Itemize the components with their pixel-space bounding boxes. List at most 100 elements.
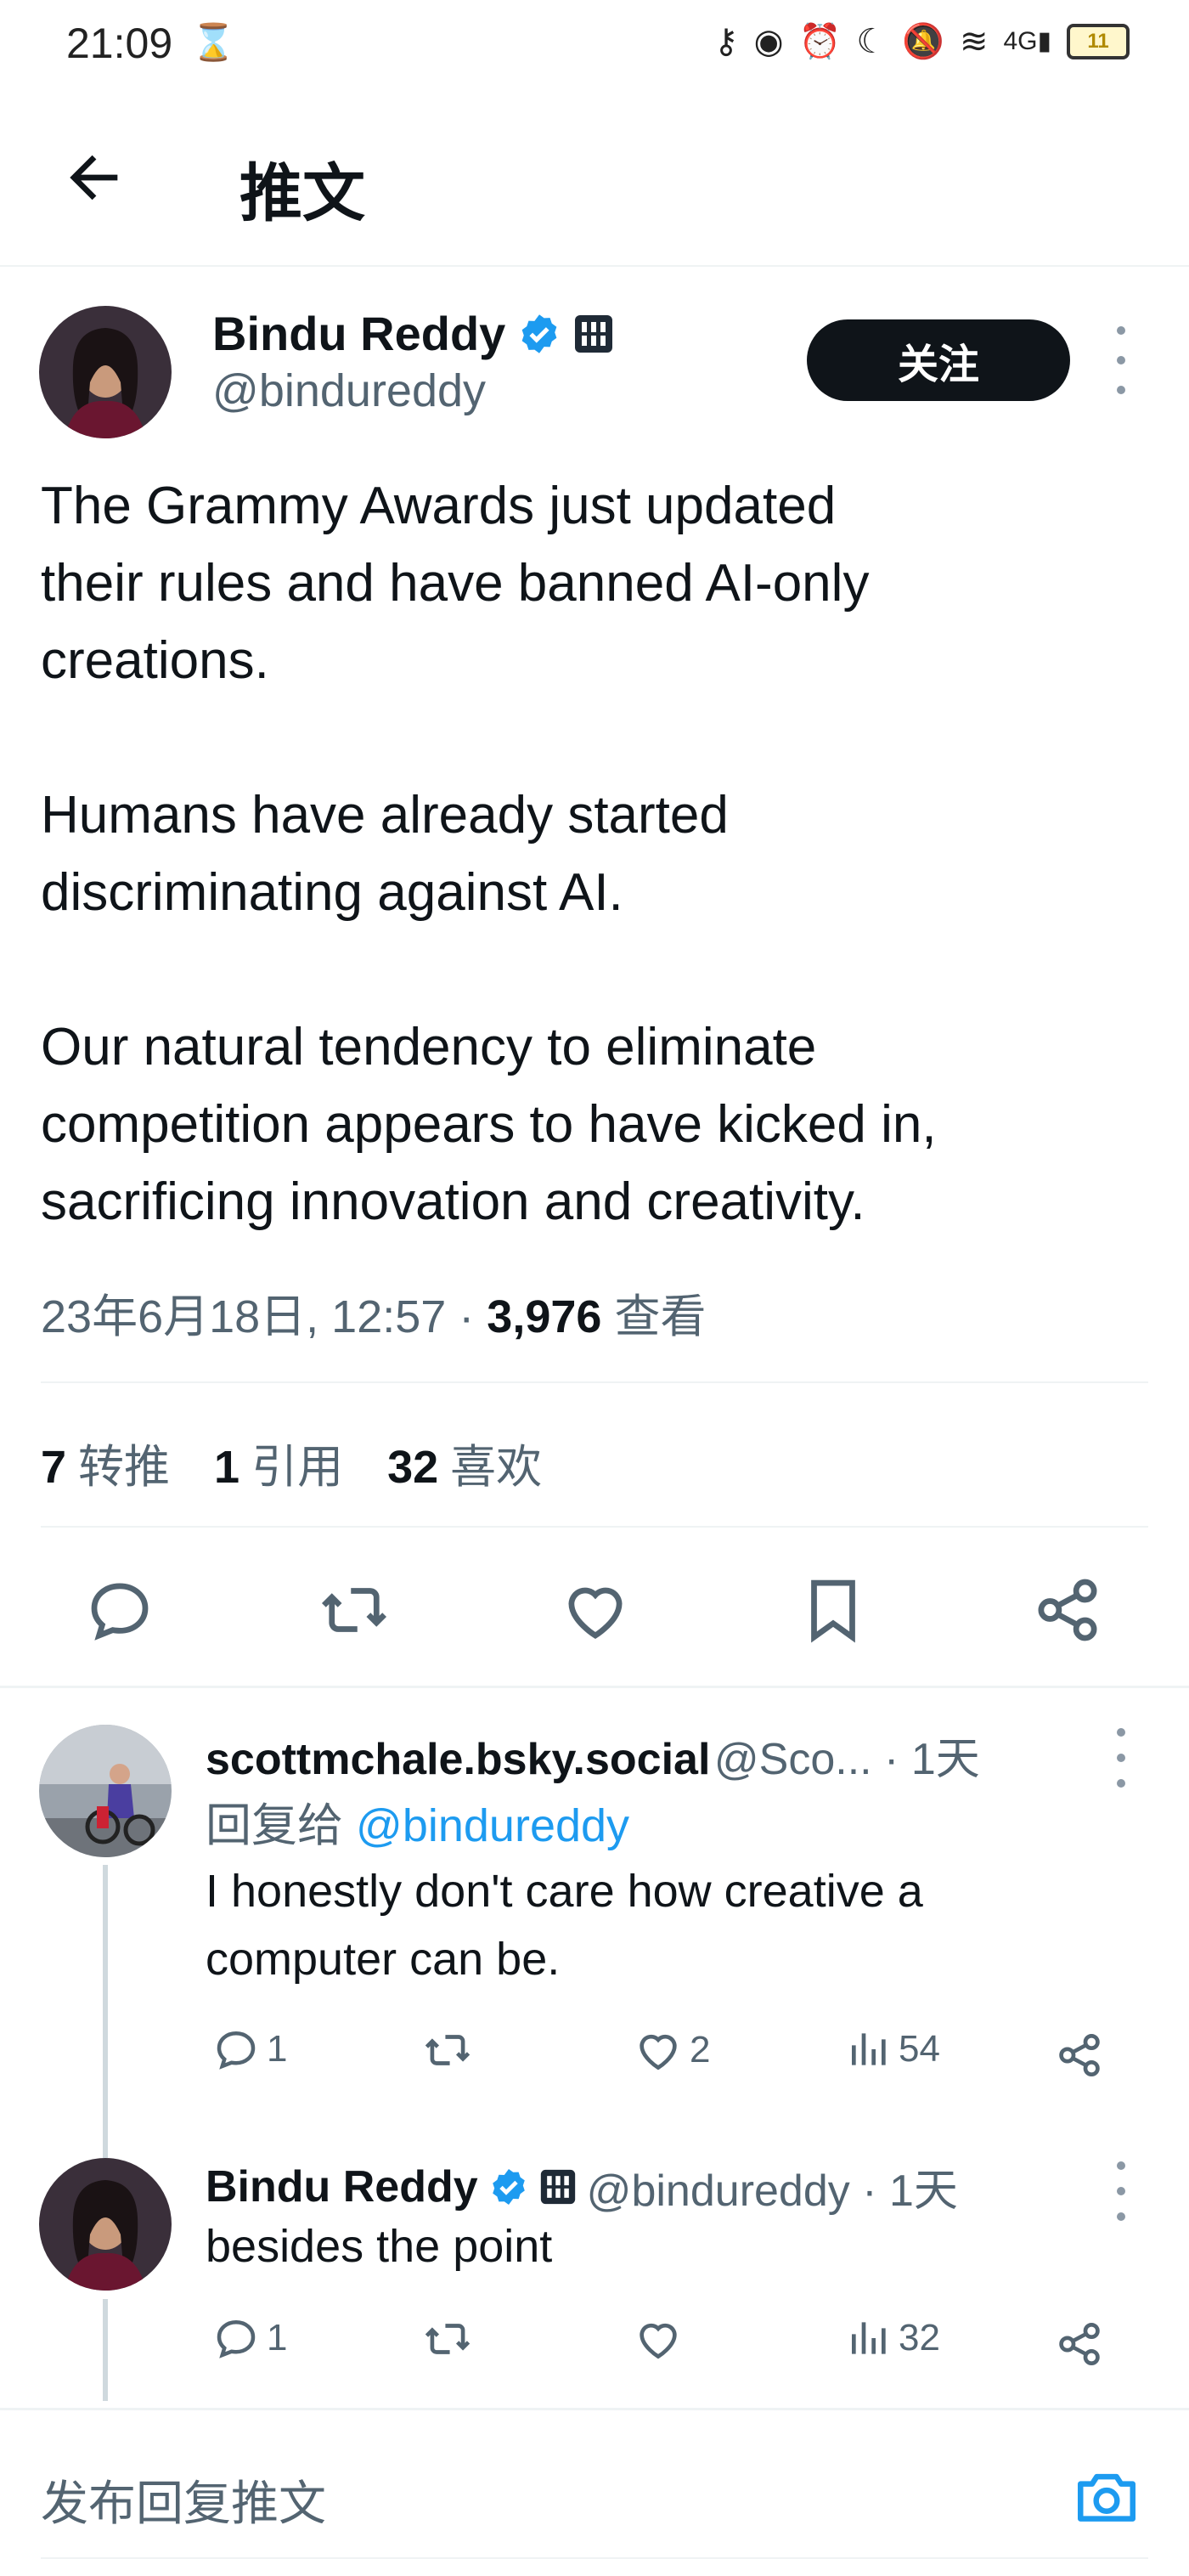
view-count: 32 [899, 2317, 940, 2359]
reply-to-prefix: 回复给 [206, 1800, 357, 1851]
page-title: 推文 [239, 158, 365, 229]
reply-1-views-action[interactable]: 54 [846, 2024, 940, 2075]
reply-line: computer can be. [206, 1934, 561, 1985]
views-label: 查看 [614, 1291, 707, 1342]
reply-author-name[interactable]: Bindu Reddy [206, 2161, 478, 2212]
likes-label: 喜欢 [450, 1442, 543, 1493]
reply-2-views-action[interactable]: 32 [846, 2313, 940, 2364]
reply-composer-input[interactable]: 发布回复推文 [41, 2466, 326, 2534]
reply-1-like-action[interactable]: 2 [632, 2024, 710, 2076]
verified-badge-icon [521, 314, 557, 353]
composer-divider [0, 2408, 1189, 2410]
reply-2-like-action[interactable] [632, 2313, 685, 2365]
reply-1-text: I honestly don't care how creative a com… [206, 1857, 1140, 1993]
likes-stat[interactable]: 32 喜欢 [387, 1429, 542, 1496]
tweet-line: Our natural tendency to eliminate [41, 1018, 817, 1076]
quotes-count: 1 [214, 1442, 240, 1493]
like-icon[interactable] [557, 1572, 634, 1648]
affiliate-badge-icon [575, 314, 613, 353]
tweet-timestamp[interactable]: 23年6月18日, 12:57 · [41, 1291, 487, 1342]
stats-divider [41, 1526, 1148, 1528]
reply-to-handle[interactable]: @bindureddy [356, 1800, 629, 1851]
reply-2-header: Bindu Reddy @bindureddy · 1天 [206, 2155, 958, 2218]
tweet-line: competition appears to have kicked in, [41, 1095, 937, 1154]
status-icons: ⚷ ◉ ⏰ ☾ 🔕 ≋ 4G▮ 11 [713, 24, 1130, 59]
reply-author-name[interactable]: scottmchale.bsky.social [206, 1735, 710, 1784]
mute-bell-icon: 🔕 [902, 23, 944, 60]
reply-1-reply-action[interactable]: 1 [211, 2024, 287, 2075]
reply-avatar[interactable] [39, 2158, 172, 2291]
battery-icon: 11 [1067, 24, 1130, 59]
reply-icon[interactable] [82, 1572, 158, 1648]
quotes-label: 引用 [251, 1442, 344, 1493]
wifi-icon: ≋ [959, 23, 989, 60]
moon-icon: ☾ [856, 23, 888, 60]
tweet-line: creations. [41, 631, 269, 690]
reply-avatar[interactable] [39, 1725, 172, 1857]
thread-line [103, 1865, 108, 2158]
views-chart-icon [852, 2322, 886, 2354]
reply-more-options-icon[interactable] [1108, 2161, 1134, 2221]
follow-button[interactable]: 关注 [807, 319, 1070, 401]
hourglass-icon: ⌛ [191, 22, 236, 62]
actions-divider [0, 1686, 1189, 1688]
author-name[interactable]: Bindu Reddy [212, 306, 505, 361]
share-icon[interactable] [1053, 2318, 1106, 2370]
tweet-line: discriminating against AI. [41, 863, 623, 922]
retweets-label: 转推 [78, 1442, 171, 1493]
meta-divider [41, 1381, 1148, 1383]
views-count: 3,976 [487, 1291, 602, 1342]
battery-level: 11 [1087, 30, 1109, 53]
status-time: 21:09 [66, 20, 173, 67]
camera-icon[interactable] [1072, 2462, 1141, 2532]
reply-2-text: besides the point [206, 2221, 553, 2272]
retweet-icon [425, 2324, 471, 2354]
share-icon[interactable] [1029, 1572, 1106, 1648]
like-icon [640, 2323, 677, 2359]
reply-to-line: 回复给 @bindureddy [206, 1788, 629, 1855]
retweets-stat[interactable]: 7 转推 [41, 1429, 170, 1496]
more-options-icon[interactable] [1108, 326, 1134, 394]
reply-count: 1 [267, 2028, 288, 2070]
author-handle[interactable]: @bindureddy [212, 364, 614, 417]
bottom-divider [41, 2557, 1148, 2559]
share-icon[interactable] [1053, 2029, 1106, 2082]
reply-more-options-icon[interactable] [1108, 1728, 1134, 1788]
tweet-text: The Grammy Awards just updated their rul… [41, 467, 1145, 1240]
reply-line: I honestly don't care how creative a [206, 1866, 923, 1917]
reply-count: 1 [267, 2317, 288, 2359]
tweet-line: Humans have already started [41, 786, 729, 845]
reply-author-handle[interactable]: @Sco... · 1天 [714, 1735, 980, 1784]
reply-2-retweet-action[interactable] [421, 2313, 474, 2365]
likes-count: 32 [387, 1442, 439, 1493]
reply-1-retweet-action[interactable] [421, 2024, 474, 2076]
reply-2-reply-action[interactable]: 1 [211, 2313, 287, 2364]
author-avatar[interactable] [39, 306, 172, 438]
eye-icon: ◉ [753, 23, 784, 60]
reply-icon [217, 2031, 256, 2070]
engagement-stats: 7 转推 1 引用 32 喜欢 [41, 1429, 542, 1496]
alarm-icon: ⏰ [798, 23, 842, 60]
bookmark-icon[interactable] [795, 1572, 871, 1648]
retweet-icon[interactable] [316, 1572, 392, 1648]
tweet-line: The Grammy Awards just updated [41, 477, 837, 535]
like-icon [640, 2034, 677, 2070]
tweet-meta: 23年6月18日, 12:57 · 3,976 查看 [41, 1279, 706, 1346]
views-chart-icon [852, 2033, 886, 2065]
reply-icon [217, 2319, 256, 2359]
like-count: 2 [690, 2029, 711, 2070]
retweet-icon [425, 2035, 471, 2065]
key-icon: ⚷ [713, 23, 739, 60]
tweet-line: their rules and have banned AI-only [41, 554, 870, 613]
back-arrow-icon[interactable] [59, 143, 129, 212]
header-divider [0, 265, 1189, 267]
verified-badge-icon [492, 2168, 525, 2205]
tweet-line: sacrificing innovation and creativity. [41, 1172, 865, 1231]
retweets-count: 7 [41, 1442, 67, 1493]
reply-1-header: scottmchale.bsky.social @Sco... · 1天 [206, 1723, 1072, 1787]
view-count: 54 [899, 2028, 940, 2070]
signal-icon: 4G▮ [1003, 27, 1051, 55]
author-block: Bindu Reddy @bindureddy [212, 306, 614, 417]
reply-author-handle[interactable]: @bindureddy · 1天 [587, 2155, 958, 2218]
quotes-stat[interactable]: 1 引用 [214, 1429, 343, 1496]
